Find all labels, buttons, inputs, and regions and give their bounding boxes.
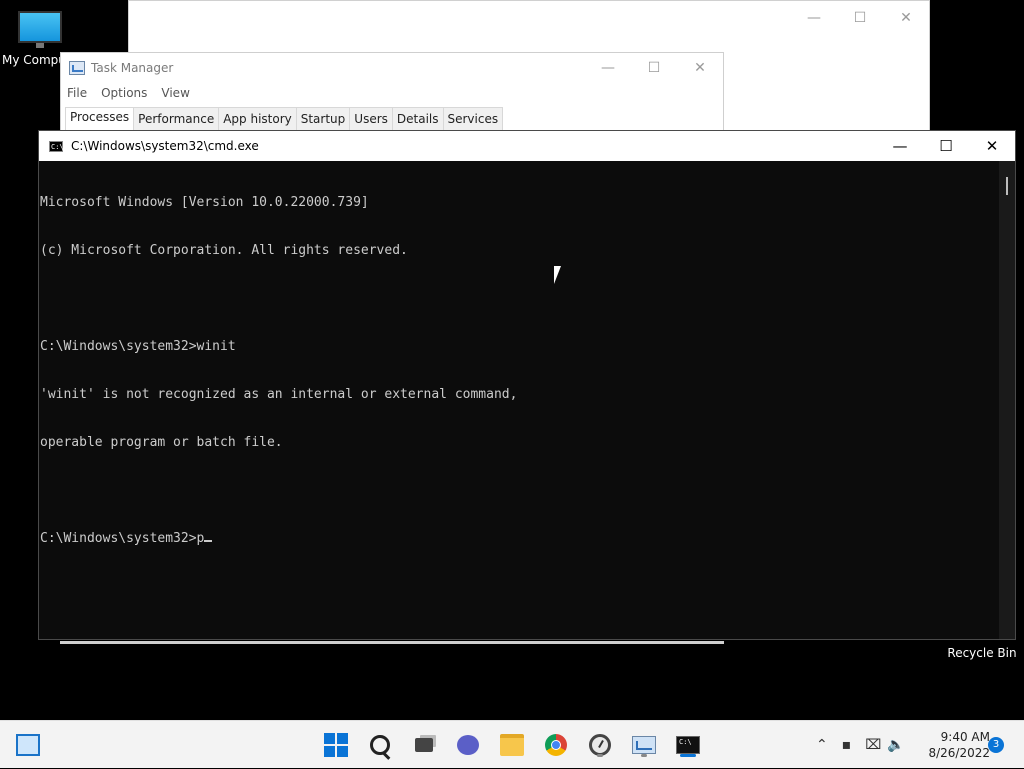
cmd-icon: C:\ [49, 140, 64, 152]
chat-button[interactable] [454, 731, 482, 759]
tab-details[interactable]: Details [391, 107, 444, 131]
close-button[interactable]: ✕ [883, 1, 929, 35]
system-tray: ⌃ ▪ ⌧ 🔈 [816, 721, 905, 769]
console-line: Microsoft Windows [Version 10.0.22000.73… [40, 195, 369, 210]
console-input[interactable]: C:\Windows\system32>p [40, 531, 204, 546]
menu-file[interactable]: File [67, 86, 87, 100]
network-icon[interactable]: ⌧ [865, 737, 881, 753]
taskbar-clock[interactable]: 9:40 AM 8/26/2022 [918, 729, 990, 761]
mouse-pointer-icon [554, 266, 568, 284]
computer-icon [18, 11, 62, 49]
horizontal-scrollbar[interactable] [60, 641, 724, 644]
start-button[interactable] [322, 731, 350, 759]
tab-users[interactable]: Users [349, 107, 393, 131]
widgets-button[interactable] [14, 731, 42, 759]
cmd-icon: C:\ [676, 736, 700, 754]
search-icon [370, 735, 390, 755]
minimize-button[interactable]: — [585, 53, 631, 83]
chrome-icon [545, 734, 567, 756]
title-bar[interactable]: C:\ C:\Windows\system32\cmd.exe — ☐ ✕ [39, 131, 1015, 161]
console-output[interactable]: Microsoft Windows [Version 10.0.22000.73… [39, 161, 1000, 641]
task-manager-icon [69, 61, 85, 75]
menu-view[interactable]: View [161, 86, 189, 100]
cmd-window[interactable]: C:\ C:\Windows\system32\cmd.exe — ☐ ✕ Mi… [38, 130, 1016, 640]
title-bar[interactable]: Task Manager — ☐ ✕ [61, 53, 723, 83]
console-line: operable program or batch file. [40, 435, 283, 450]
maximize-button[interactable]: ☐ [631, 53, 677, 83]
chrome-button[interactable] [542, 731, 570, 759]
close-button[interactable]: ✕ [969, 131, 1015, 161]
taskbar: C:\ ⌃ ▪ ⌧ 🔈 9:40 AM 8/26/2022 3 [0, 720, 1024, 768]
file-explorer-icon [500, 734, 524, 756]
task-manager-icon [632, 736, 656, 754]
maximize-button[interactable]: ☐ [923, 131, 969, 161]
console-line: (c) Microsoft Corporation. All rights re… [40, 243, 408, 258]
tab-processes[interactable]: Processes [65, 107, 135, 131]
file-explorer-button[interactable] [498, 731, 526, 759]
desktop-icon-label: Recycle Bin [947, 646, 1017, 660]
chevron-up-icon[interactable]: ⌃ [816, 737, 828, 753]
tab-app-history[interactable]: App history [218, 107, 297, 131]
tab-strip: Processes Performance App history Startu… [65, 107, 504, 131]
time-text: 9:40 AM [940, 730, 990, 744]
notification-badge[interactable]: 3 [988, 737, 1004, 753]
vertical-scrollbar[interactable] [999, 161, 1015, 639]
search-button[interactable] [366, 731, 394, 759]
volume-icon[interactable]: 🔈 [887, 737, 904, 753]
window-title: Task Manager [91, 61, 174, 75]
chat-icon [457, 735, 479, 755]
tray-app-icon[interactable]: ▪ [842, 737, 852, 753]
window-title: C:\Windows\system32\cmd.exe [71, 139, 259, 153]
menu-bar: File Options View [61, 83, 723, 103]
scrollbar-thumb[interactable] [1006, 177, 1008, 195]
running-indicator [597, 754, 603, 757]
console-line: C:\Windows\system32>winit [40, 339, 236, 354]
running-indicator-active [680, 754, 696, 757]
desktop-icon-recycle-bin[interactable]: Recycle Bin [940, 646, 1024, 660]
date-text: 8/26/2022 [928, 746, 990, 760]
close-button[interactable]: ✕ [677, 53, 723, 83]
maximize-button[interactable]: ☐ [837, 1, 883, 35]
cmd-taskbar-button[interactable]: C:\ [674, 731, 702, 759]
console-line: 'winit' is not recognized as an internal… [40, 387, 518, 402]
tab-startup[interactable]: Startup [295, 107, 351, 131]
minimize-button[interactable]: — [877, 131, 923, 161]
task-view-button[interactable] [410, 731, 438, 759]
tab-services[interactable]: Services [442, 107, 504, 131]
clock-app-button[interactable] [586, 731, 614, 759]
running-indicator [641, 754, 647, 757]
menu-options[interactable]: Options [101, 86, 147, 100]
task-manager-button[interactable] [630, 731, 658, 759]
tab-performance[interactable]: Performance [133, 107, 220, 131]
widgets-icon [16, 734, 40, 756]
clock-app-icon [589, 734, 611, 756]
task-manager-window[interactable]: Task Manager — ☐ ✕ File Options View Pro… [60, 52, 724, 134]
console-prompt-line[interactable]: C:\Windows\system32>p [40, 531, 1000, 547]
minimize-button[interactable]: — [791, 1, 837, 35]
start-icon [324, 733, 348, 757]
task-view-icon [415, 738, 433, 752]
text-cursor [204, 540, 213, 542]
